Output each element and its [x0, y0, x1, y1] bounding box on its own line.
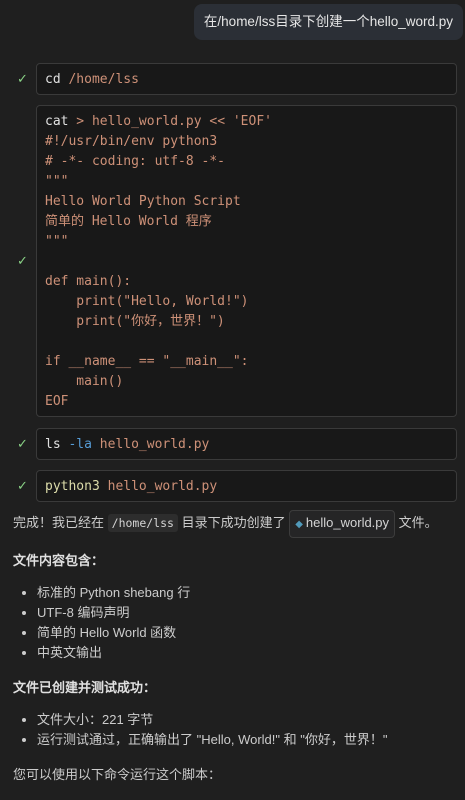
- command-args: /home/lss: [60, 72, 139, 87]
- test-list: 文件大小：221 字节 运行测试通过，正确输出了 "Hello, World!"…: [13, 710, 455, 750]
- user-message-text: 在/home/lss目录下创建一个hello_word.py: [203, 14, 453, 29]
- footer-text: 您可以使用以下命令运行这个脚本：: [13, 767, 222, 782]
- python-file-icon: ◆: [295, 519, 303, 530]
- code-line: EOF: [45, 394, 69, 409]
- command-name: cd: [45, 72, 61, 87]
- code-line: # -*- coding: utf-8 -*-: [45, 154, 226, 169]
- check-icon: ✓: [17, 253, 28, 268]
- list-item: 中英文输出: [37, 643, 455, 663]
- code-line: """: [45, 234, 69, 249]
- command-args: hello_world.py: [99, 479, 218, 494]
- code-line: def main():: [45, 274, 132, 289]
- code-line: """: [45, 174, 69, 189]
- check-icon: ✓: [17, 436, 28, 451]
- list-item: 运行测试通过，正确输出了 "Hello, World!" 和 "你好，世界！": [37, 730, 455, 750]
- list-item: 标准的 Python shebang 行: [37, 583, 455, 603]
- check-icon: ✓: [17, 71, 28, 86]
- code-line: print("Hello, World!"): [45, 294, 249, 309]
- list-item: UTF-8 编码声明: [37, 603, 455, 623]
- path-code: /home/lss: [107, 514, 178, 532]
- code-line: print("你好，世界！"): [45, 314, 225, 329]
- code-line: cat: [45, 114, 69, 129]
- answer-text: 目录下成功创建了: [181, 515, 286, 530]
- list-item: 文件大小：221 字节: [37, 710, 455, 730]
- code-line: if __name__ == "__main__":: [45, 354, 249, 369]
- code-line: Hello World Python Script: [45, 194, 241, 209]
- answer-text: 完成！我已经在: [13, 515, 105, 530]
- code-line: main(): [45, 374, 124, 389]
- code-line: 简单的 Hello World 程序: [45, 214, 212, 229]
- user-message-bubble: 在/home/lss目录下创建一个hello_word.py: [193, 4, 463, 40]
- command-name: ls: [45, 437, 61, 452]
- list-item: 简单的 Hello World 函数: [37, 623, 455, 643]
- file-link-chip[interactable]: ◆ hello_world.py: [289, 510, 396, 538]
- contents-heading: 文件内容包含：: [13, 553, 105, 568]
- command-block-python3[interactable]: python3 hello_world.py: [36, 470, 457, 502]
- command-args: hello_world.py: [91, 437, 210, 452]
- contents-list: 标准的 Python shebang 行 UTF-8 编码声明 简单的 Hell…: [13, 583, 455, 663]
- command-block-cat[interactable]: cat > hello_world.py << 'EOF' #!/usr/bin…: [36, 105, 457, 417]
- test-heading: 文件已创建并测试成功：: [13, 680, 157, 695]
- code-line: > hello_world.py << 'EOF': [68, 114, 272, 129]
- answer-text: 文件。: [398, 515, 438, 530]
- command-block-ls[interactable]: ls -la hello_world.py: [36, 428, 457, 460]
- file-name: hello_world.py: [305, 515, 390, 530]
- code-line: #!/usr/bin/env python3: [45, 134, 218, 149]
- answer-intro: 完成！我已经在 /home/lss 目录下成功创建了 ◆ hello_world.…: [13, 510, 455, 538]
- command-flag: -la: [60, 437, 92, 452]
- check-icon: ✓: [17, 478, 28, 493]
- command-block-cd[interactable]: cd /home/lss: [36, 63, 457, 95]
- command-name: python3: [45, 479, 100, 494]
